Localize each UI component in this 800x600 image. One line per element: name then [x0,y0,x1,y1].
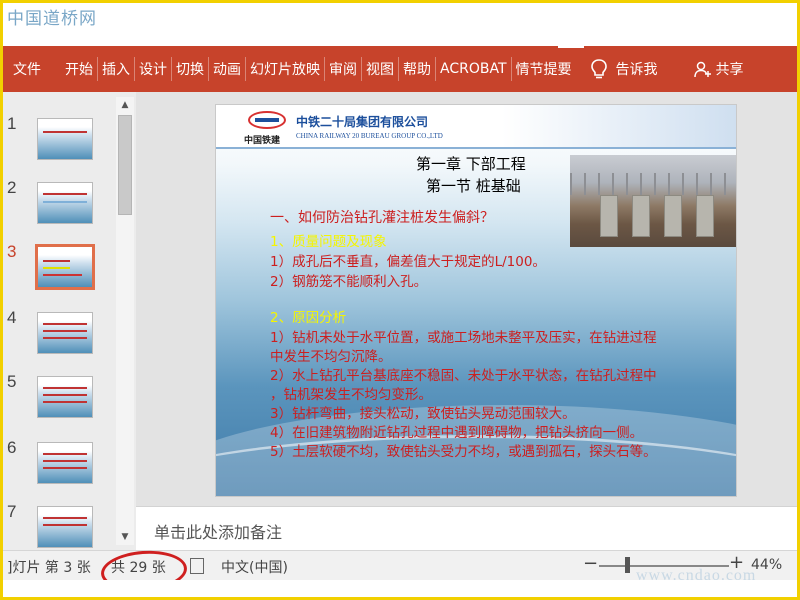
thumbnail-image [37,312,93,354]
section1-item: 1）成孔后不垂直，偏差值大于规定的L/100。 [270,254,546,270]
slide-thumbnail[interactable]: 6 [3,438,118,494]
tab-insert[interactable]: 插入 [98,46,134,92]
photo-pile [696,195,714,237]
share-label: 共享 [715,62,744,78]
crcc-logo [248,111,286,129]
thumbnail-image [37,118,93,160]
zoom-out-button[interactable]: − [583,553,598,574]
company-name-cn: 中铁二十局集团有限公司 [296,115,429,129]
current-slide[interactable]: 中国铁建 中铁二十局集团有限公司 CHINA RAILWAY 20 BUREAU… [215,104,737,497]
tab-view[interactable]: 视图 [362,46,398,92]
thumbnail-scrollbar[interactable]: ▲ ▼ [116,97,134,545]
thumbnail-number: 1 [7,114,17,133]
thumbnail-number: 4 [7,308,17,327]
section2-item: 中发生不均匀沉降。 [270,349,392,365]
window-notch [558,42,584,48]
section2-item: 1）钻机未处于水平位置，或施工场地未整平及压实，在钻进过程 [270,330,657,346]
thumbnail-image [37,182,93,224]
tab-storyboarding[interactable]: 情节提要 [512,46,576,92]
tab-animations[interactable]: 动画 [209,46,245,92]
watermark-bottom: www.cndao.com [636,567,757,584]
slide-question: 一、如何防治钻孔灌注桩发生偏斜？ [270,210,494,226]
scroll-down-icon[interactable]: ▼ [116,529,134,545]
photo-pile [664,195,682,237]
section2-item: ，钻机架发生不均匀变形。 [270,387,432,403]
scroll-up-icon[interactable]: ▲ [116,97,134,113]
thumbnail-image [37,442,93,484]
section2-heading: 2、原因分析 [270,310,347,326]
thumbnail-number: 2 [7,178,17,197]
thumbnail-number: 5 [7,372,17,391]
slide-position: ]灯片 第 3 张 [7,560,91,576]
slide-thumbnail[interactable]: 4 [3,308,118,364]
notes-placeholder: 单击此处添加备注 [154,523,283,542]
section2-item: 5）土层软硬不均，致使钻头受力不均，或遇到孤石，探头石等。 [270,444,657,460]
photo-pile [600,195,618,237]
slide-title-chapter: 第一章 下部工程 [416,155,526,173]
thumbnail-number: 7 [7,502,17,521]
slide-thumbnail[interactable]: 5 [3,372,118,428]
section2-item: 3）钻杆弯曲，接头松动，致使钻头晃动范围较大。 [270,406,576,422]
construction-site-photo [570,155,736,247]
share-button[interactable]: 共享 [693,59,744,79]
scrollbar-thumb[interactable] [118,115,132,215]
section1-item: 2）钢筋笼不能顺利入孔。 [270,274,428,290]
slide-thumbnail[interactable]: 2 [3,178,118,234]
thumbnail-image [37,376,93,418]
notes-toggle-icon[interactable] [190,558,204,574]
tab-help[interactable]: 帮助 [399,46,435,92]
slide-editor-area: 中国铁建 中铁二十局集团有限公司 CHINA RAILWAY 20 BUREAU… [136,92,797,506]
watermark-top: 中国道桥网 [7,9,97,29]
zoom-slider-handle[interactable] [625,557,630,573]
title-strip: 中国道桥网 [3,3,797,46]
tab-home[interactable]: 开始 [61,46,97,92]
slide-header: 中国铁建 中铁二十局集团有限公司 CHINA RAILWAY 20 BUREAU… [216,105,736,149]
ribbon-tab-bar: 文件 开始 插入 设计 切换 动画 幻灯片放映 审阅 视图 帮助 ACROBAT… [3,46,797,92]
lightbulb-icon [590,59,607,79]
tell-me-label: 告诉我 [615,62,658,78]
tab-file[interactable]: 文件 [3,46,61,92]
tab-transitions[interactable]: 切换 [172,46,208,92]
notes-pane[interactable]: 单击此处添加备注 [136,506,797,550]
slide-thumbnail-selected[interactable]: 3 [3,242,118,298]
slide-title-section: 第一节 桩基础 [426,177,521,195]
company-name-en: CHINA RAILWAY 20 BUREAU GROUP CO.,LTD [296,132,443,140]
tab-review[interactable]: 审阅 [325,46,361,92]
section2-item: 2）水上钻孔平台基底座不稳固、未处于水平状态，在钻孔过程中 [270,368,657,384]
language-indicator[interactable]: 中文(中国) [221,557,288,577]
tab-slideshow[interactable]: 幻灯片放映 [246,46,324,92]
thumbnail-image [35,244,95,290]
section1-heading: 1、质量问题及现象 [270,234,387,250]
thumbnail-number: 3 [7,242,17,261]
tab-acrobat[interactable]: ACROBAT [436,46,511,92]
slide-thumbnail[interactable]: 1 [3,114,118,170]
person-add-icon [693,61,711,78]
tell-me-search[interactable]: 告诉我 [576,46,658,92]
logo-caption: 中国铁建 [244,136,281,146]
thumbnail-image [37,506,93,548]
photo-pile [632,195,650,237]
thumbnail-number: 6 [7,438,17,457]
section2-item: 4）在旧建筑物附近钻孔过程中遇到障碍物，把钻头挤向一侧。 [270,425,644,441]
photo-fence [570,173,736,195]
tab-design[interactable]: 设计 [135,46,171,92]
